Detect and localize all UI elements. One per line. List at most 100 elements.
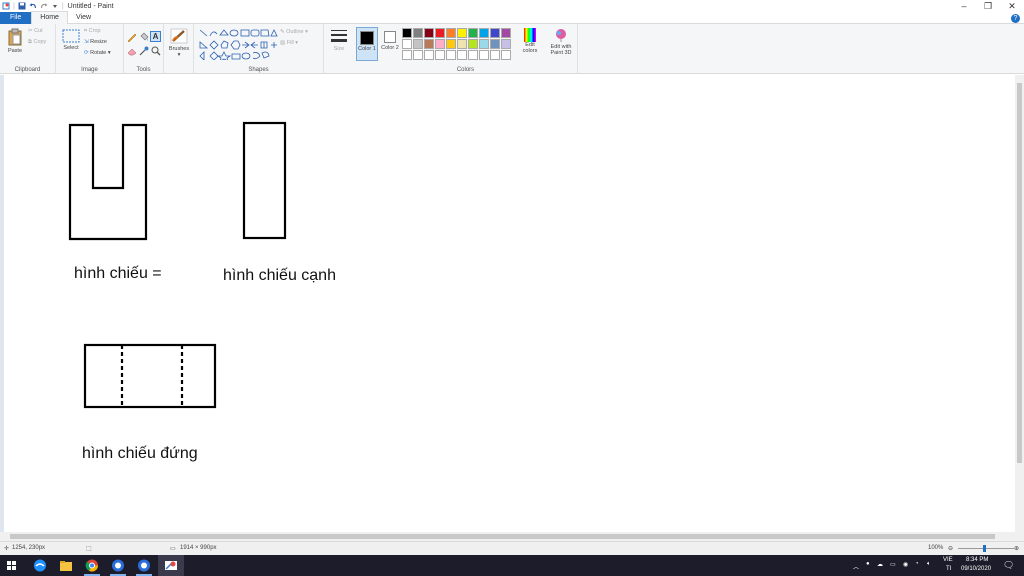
palette-swatch[interactable] xyxy=(457,39,467,49)
palette-swatch[interactable] xyxy=(490,39,500,49)
tools-group: A Tools xyxy=(124,24,164,74)
paint-taskbar-button[interactable] xyxy=(158,555,184,576)
redo-icon[interactable] xyxy=(40,2,48,10)
close-button[interactable]: ✕ xyxy=(1000,0,1024,12)
customize-toolbar-icon[interactable] xyxy=(51,2,59,10)
palette-swatch[interactable] xyxy=(446,39,456,49)
resize-label: Resize xyxy=(90,39,107,45)
color2-button[interactable]: Color 2 xyxy=(380,27,400,51)
palette-swatch[interactable] xyxy=(501,28,511,38)
palette-swatch[interactable] xyxy=(402,28,412,38)
status-bar: ✛ 1254, 230px ⬚ ▭ 1914 × 990px 100% ⊖ ⊕ xyxy=(0,541,1024,555)
tray-blue-icon[interactable]: ◉ xyxy=(903,561,908,568)
palette-swatch[interactable] xyxy=(479,39,489,49)
palette-swatch[interactable] xyxy=(435,39,445,49)
undo-icon[interactable] xyxy=(29,2,37,10)
app-icon-blue-2[interactable] xyxy=(136,558,152,573)
palette-swatch[interactable] xyxy=(490,50,500,60)
text-tool-icon[interactable]: A xyxy=(150,31,161,42)
tab-home[interactable]: Home xyxy=(31,11,68,24)
maximize-button[interactable]: ❐ xyxy=(976,0,1000,12)
palette-swatch[interactable] xyxy=(490,28,500,38)
windows-start-icon[interactable] xyxy=(4,558,20,573)
palette-swatch[interactable] xyxy=(468,50,478,60)
save-icon[interactable] xyxy=(18,2,26,10)
tray-chevron-up-icon[interactable]: ︿ xyxy=(853,562,859,571)
select-label: Select xyxy=(63,45,79,51)
fill-button[interactable]: ▨ Fill ▾ xyxy=(280,40,298,46)
palette-swatch[interactable] xyxy=(402,50,412,60)
horizontal-scroll-thumb[interactable] xyxy=(10,534,995,539)
battery-icon[interactable]: ▭ xyxy=(890,561,896,568)
color-picker-icon[interactable] xyxy=(139,46,149,56)
clock-date[interactable]: 09/10/2020 xyxy=(961,566,991,572)
size-button[interactable]: Size xyxy=(328,28,350,52)
drawing-canvas[interactable]: hình chiếu = hình chiếu cạnh hình chiếu … xyxy=(4,75,1015,532)
palette-swatch[interactable] xyxy=(413,39,423,49)
resize-button[interactable]: ⇲ Resize xyxy=(84,39,107,45)
fill-bucket-icon[interactable] xyxy=(139,32,149,42)
selection-size-icon: ⬚ xyxy=(86,546,92,552)
app-icon-blue[interactable] xyxy=(110,558,126,573)
paint3d-button[interactable]: Edit with Paint 3D xyxy=(544,28,578,56)
palette-swatch[interactable] xyxy=(402,39,412,49)
outline-button[interactable]: ✎ Outline ▾ xyxy=(280,29,308,35)
palette-swatch[interactable] xyxy=(479,50,489,60)
fill-label: Fill xyxy=(286,40,294,46)
palette-swatch[interactable] xyxy=(468,39,478,49)
edit-colors-button[interactable]: Edit colors xyxy=(518,28,542,54)
notification-icon[interactable]: 🗨︎ xyxy=(1003,560,1014,571)
palette-swatch[interactable] xyxy=(424,39,434,49)
rotate-button[interactable]: ⟳ Rotate ▾ xyxy=(84,50,111,56)
cut-label: Cut xyxy=(34,28,43,34)
onedrive-icon[interactable]: ☁ xyxy=(877,561,883,568)
palette-swatch[interactable] xyxy=(501,39,511,49)
shapes-gallery[interactable] xyxy=(198,28,278,60)
palette-swatch[interactable] xyxy=(446,28,456,38)
copy-button[interactable]: ⧉ Copy xyxy=(28,39,46,46)
tab-view[interactable]: View xyxy=(68,12,99,24)
network-icon[interactable]: ◔ xyxy=(915,561,919,567)
input-language[interactable]: VIE xyxy=(943,557,953,563)
palette-swatch[interactable] xyxy=(479,28,489,38)
line-width-icon xyxy=(331,30,347,42)
cut-button[interactable]: ✂ Cut xyxy=(28,28,43,34)
palette-swatch[interactable] xyxy=(424,28,434,38)
canvas-label-1: hình chiếu = xyxy=(74,265,162,282)
clock-time[interactable]: 8:34 PM xyxy=(966,557,988,563)
select-button[interactable]: Select xyxy=(60,29,82,51)
palette-swatch[interactable] xyxy=(413,28,423,38)
color1-button[interactable]: Color 1 xyxy=(356,27,378,61)
volume-icon[interactable]: 🔈︎ xyxy=(927,561,931,568)
chrome-icon[interactable] xyxy=(84,558,100,573)
palette-swatch[interactable] xyxy=(468,28,478,38)
zoom-in-button[interactable]: ⊕ xyxy=(1014,545,1019,552)
palette-swatch[interactable] xyxy=(457,50,467,60)
palette-swatch[interactable] xyxy=(457,28,467,38)
horizontal-scrollbar[interactable] xyxy=(0,532,1024,541)
file-explorer-icon[interactable] xyxy=(58,558,74,573)
palette-swatch[interactable] xyxy=(424,50,434,60)
edge-icon[interactable] xyxy=(32,558,48,573)
zoom-slider[interactable] xyxy=(958,548,1014,549)
palette-swatch[interactable] xyxy=(501,50,511,60)
tray-app-icon[interactable]: ● xyxy=(866,561,870,567)
input-language-2[interactable]: TI xyxy=(946,566,951,572)
crop-button[interactable]: ⌗ Crop xyxy=(84,28,101,35)
palette-swatch[interactable] xyxy=(446,50,456,60)
help-icon[interactable]: ? xyxy=(1011,14,1020,23)
paste-button[interactable]: Paste xyxy=(5,28,25,54)
brushes-button[interactable]: Brushes ▾ xyxy=(168,28,190,58)
vertical-scroll-thumb[interactable] xyxy=(1017,83,1022,463)
pencil-icon[interactable] xyxy=(127,32,137,42)
palette-swatch[interactable] xyxy=(435,50,445,60)
magnifier-icon[interactable] xyxy=(151,46,161,56)
vertical-scrollbar[interactable] xyxy=(1015,75,1024,532)
eraser-icon[interactable] xyxy=(127,46,137,56)
zoom-slider-thumb[interactable] xyxy=(983,545,986,552)
tab-file[interactable]: File xyxy=(0,11,32,24)
zoom-out-button[interactable]: ⊖ xyxy=(948,545,953,552)
palette-swatch[interactable] xyxy=(435,28,445,38)
minimize-button[interactable]: – xyxy=(952,0,976,12)
palette-swatch[interactable] xyxy=(413,50,423,60)
